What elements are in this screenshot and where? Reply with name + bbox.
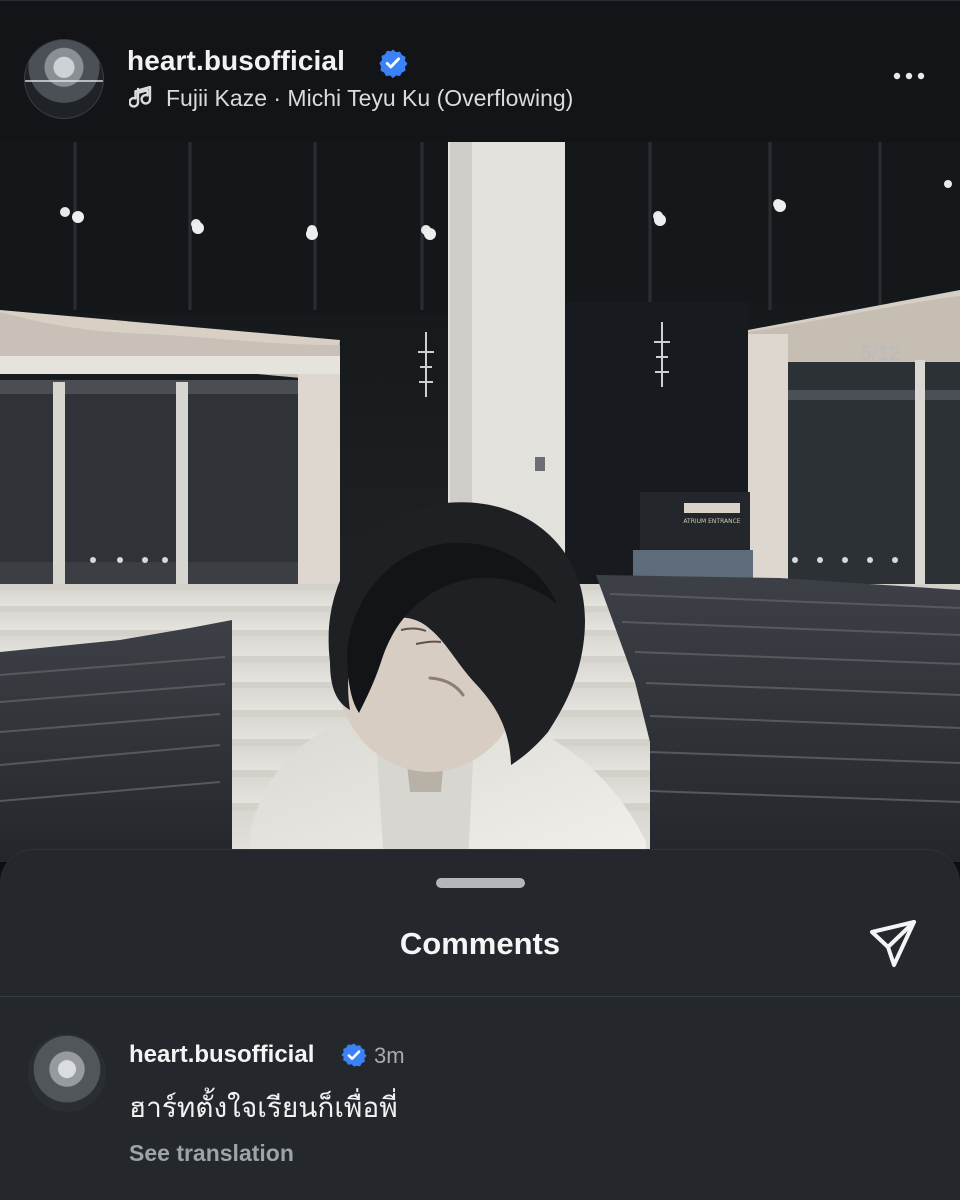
comment-time: 3m bbox=[374, 1043, 405, 1068]
photo-scene: ATRIUM ENTRANCE bbox=[0, 142, 960, 862]
sheet-divider bbox=[0, 996, 960, 997]
verified-badge-icon bbox=[379, 49, 408, 78]
song-label[interactable]: Fujii Kaze · Michi Teyu Ku (Overflowing) bbox=[166, 85, 573, 112]
drag-handle[interactable] bbox=[436, 878, 525, 888]
verified-badge-icon bbox=[341, 1043, 367, 1067]
comments-title: Comments bbox=[399, 926, 561, 961]
avatar-horizon-line bbox=[25, 80, 103, 82]
post-photo[interactable]: ATRIUM ENTRANCE 5/12 bbox=[0, 142, 960, 862]
slide-counter: 5/12 bbox=[860, 342, 901, 365]
see-translation-link[interactable]: See translation bbox=[129, 1140, 294, 1167]
svg-text:ATRIUM ENTRANCE: ATRIUM ENTRANCE bbox=[683, 518, 740, 525]
post-header: heart.busofficial Fujii Kaze · Michi Tey… bbox=[0, 0, 960, 143]
share-icon[interactable] bbox=[866, 916, 922, 972]
comment-avatar[interactable] bbox=[28, 1034, 106, 1112]
comments-sheet: Comments heart.busofficial 3m ฮาร์ทตั้งใ… bbox=[0, 850, 960, 1200]
more-options-icon[interactable] bbox=[890, 68, 928, 84]
music-note-icon bbox=[129, 85, 152, 108]
comment-text: ฮาร์ทตั้งใจเรียนก็เพื่อพี่ bbox=[129, 1092, 398, 1123]
comment-username[interactable]: heart.busofficial bbox=[129, 1041, 314, 1069]
username[interactable]: heart.busofficial bbox=[127, 45, 345, 77]
profile-avatar[interactable] bbox=[24, 39, 104, 119]
